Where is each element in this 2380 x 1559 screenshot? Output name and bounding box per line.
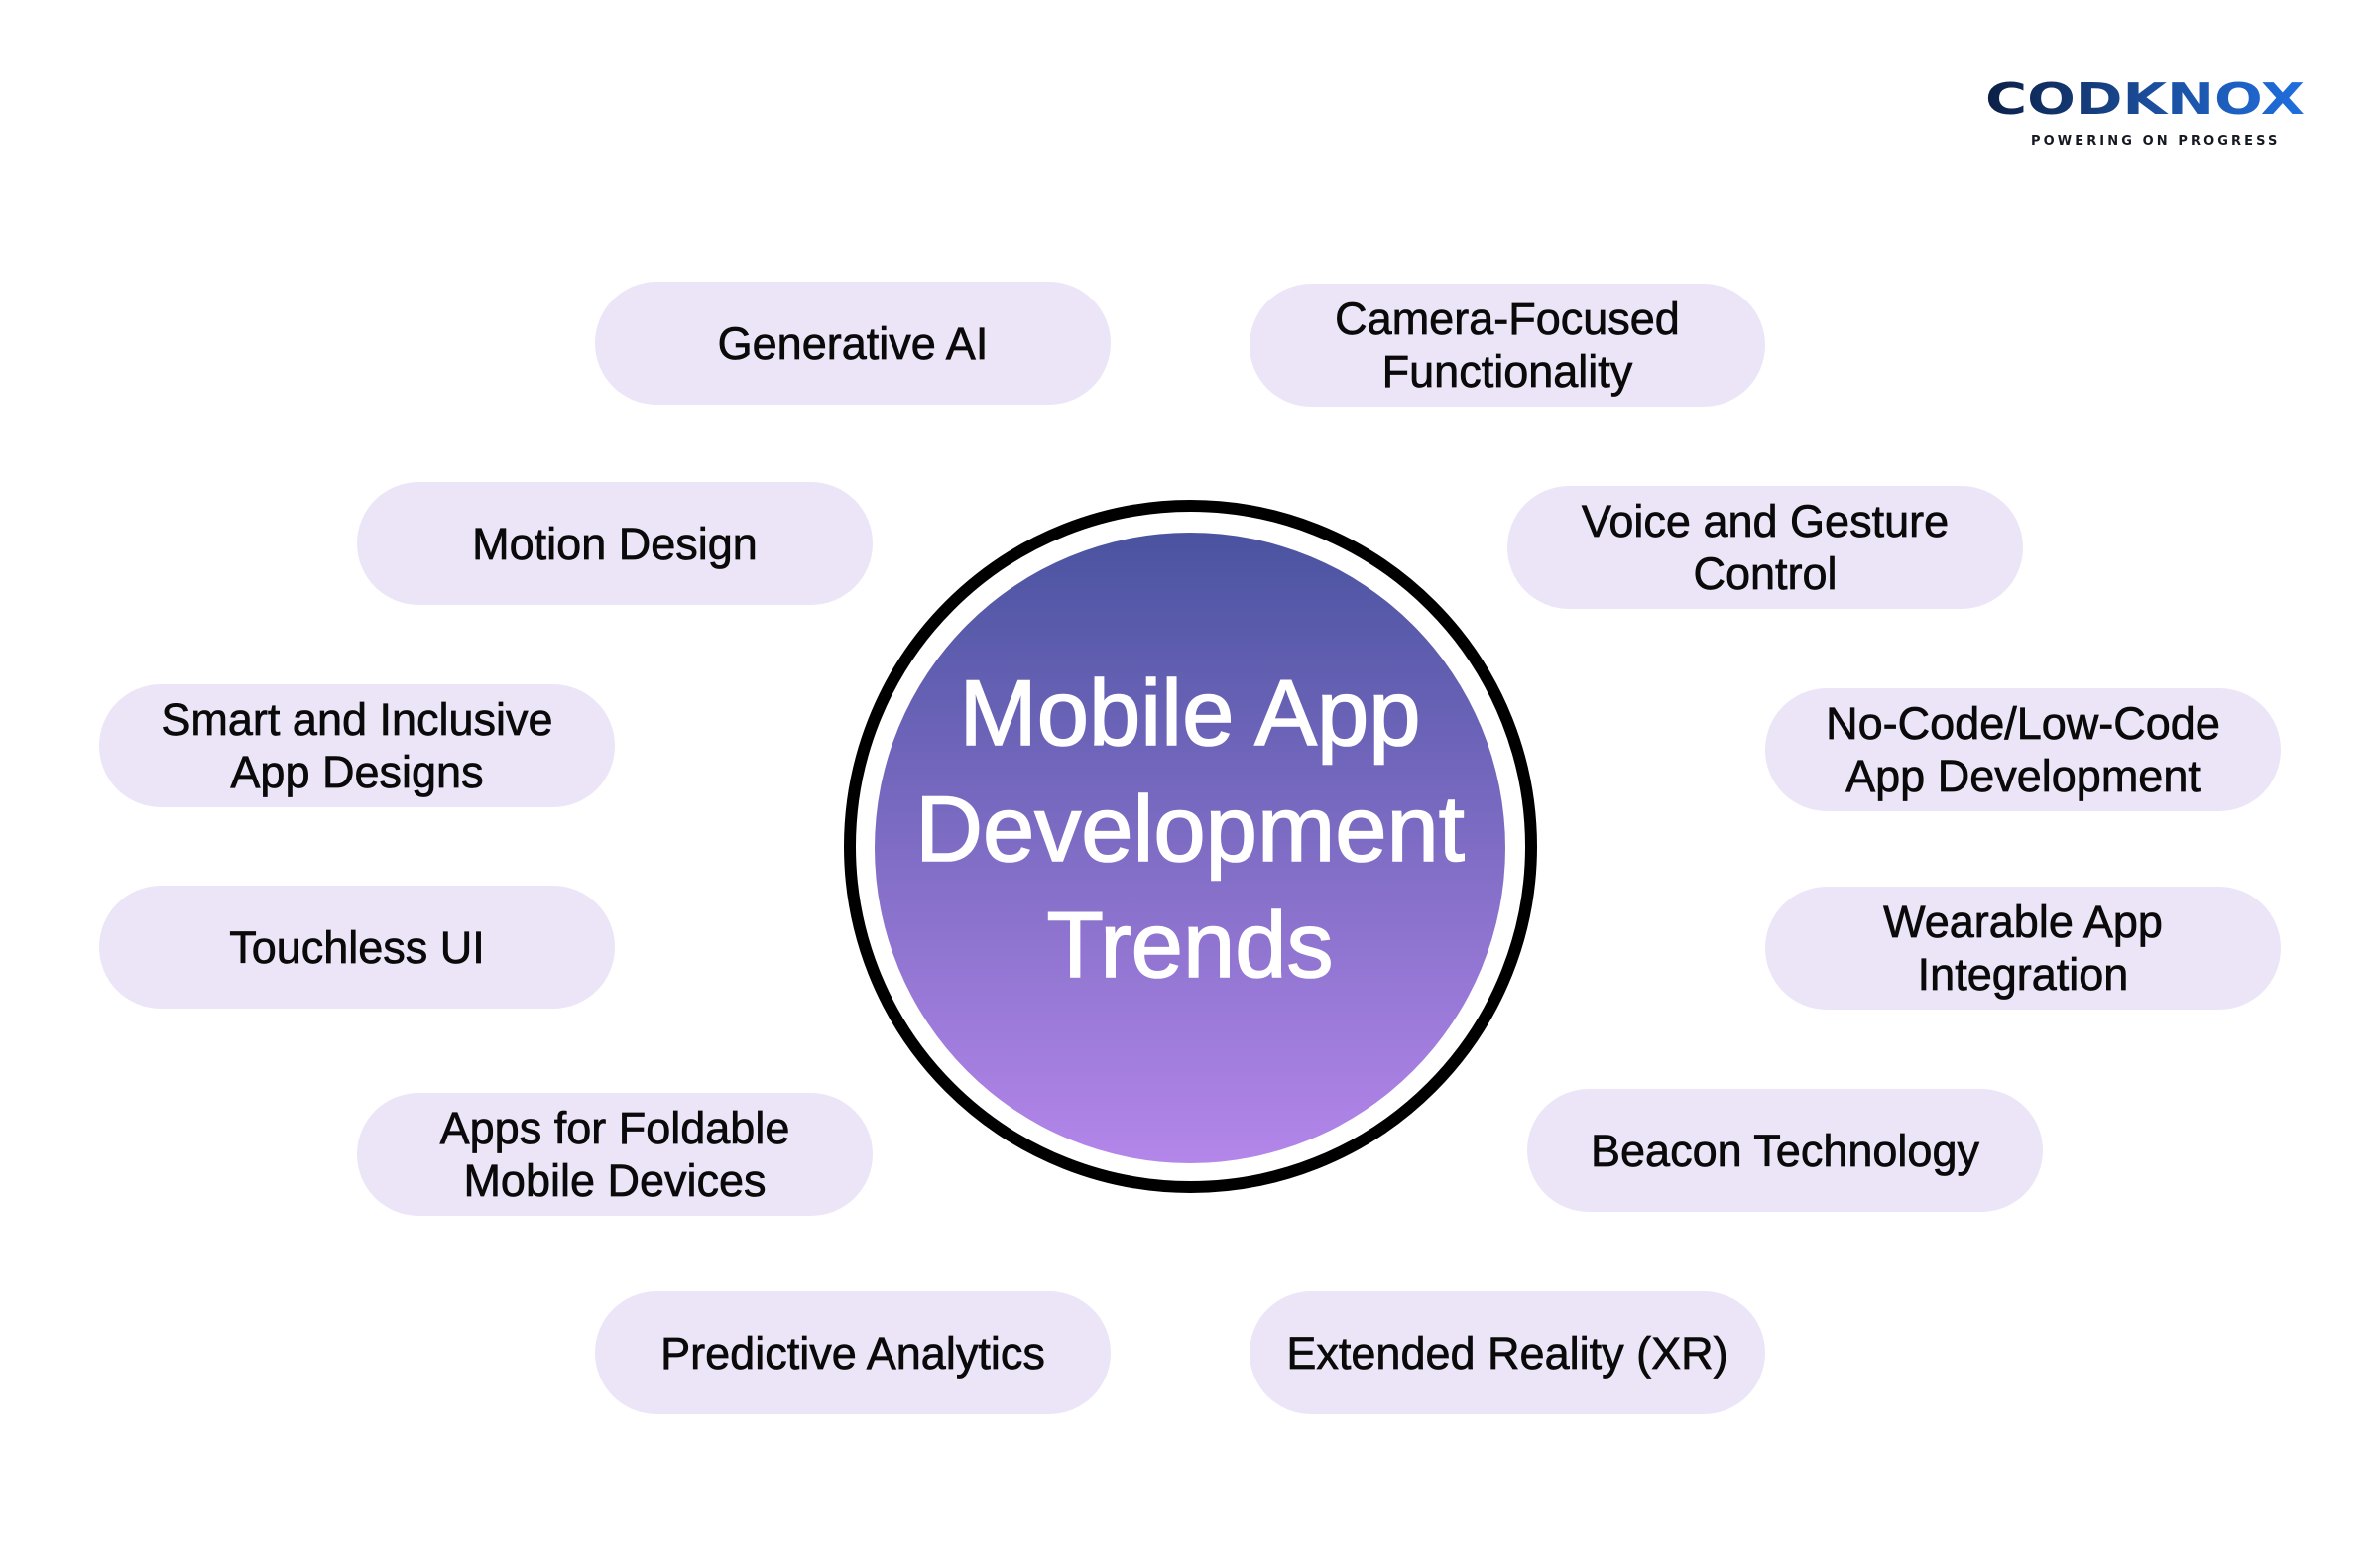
trend-pill: Camera-Focused Functionality bbox=[1250, 284, 1765, 407]
trend-pill: Beacon Technology bbox=[1527, 1089, 2043, 1212]
hub-circle: Mobile App Development Trends bbox=[875, 533, 1505, 1163]
trend-pill: Touchless UI bbox=[99, 886, 615, 1009]
trend-label: Motion Design bbox=[472, 518, 758, 569]
trend-label: Smart and Inclusive App Designs bbox=[161, 694, 553, 798]
logo-wordmark: CODKNOX bbox=[1985, 79, 2305, 119]
trend-label: Extended Reality (XR) bbox=[1286, 1327, 1728, 1379]
trend-pill: Motion Design bbox=[357, 482, 873, 605]
trend-pill: Smart and Inclusive App Designs bbox=[99, 684, 615, 807]
logo-wordmark-text: CODKNOX bbox=[1985, 79, 2305, 119]
trend-label: Apps for Foldable Mobile Devices bbox=[439, 1103, 790, 1207]
logo-tagline: POWERING ON PROGRESS bbox=[2031, 134, 2281, 149]
trend-label: No-Code/Low-Code App Development bbox=[1826, 698, 2220, 802]
trend-label: Predictive Analytics bbox=[660, 1327, 1045, 1379]
trend-pill: Apps for Foldable Mobile Devices bbox=[357, 1093, 873, 1216]
trend-pill: Extended Reality (XR) bbox=[1250, 1291, 1765, 1414]
trend-label: Generative AI bbox=[717, 317, 989, 369]
codknox-logo: CODKNOX POWERING ON PROGRESS bbox=[1979, 75, 2313, 155]
trend-label: Beacon Technology bbox=[1591, 1125, 1980, 1176]
trend-pill: Generative AI bbox=[595, 282, 1111, 405]
trend-pill: Predictive Analytics bbox=[595, 1291, 1111, 1414]
trend-label: Wearable App Integration bbox=[1883, 897, 2164, 1001]
hub-title: Mobile App Development Trends bbox=[914, 660, 1465, 998]
trend-label: Camera-Focused Functionality bbox=[1335, 294, 1680, 398]
trend-label: Touchless UI bbox=[229, 921, 485, 973]
trend-pill: Voice and Gesture Control bbox=[1507, 486, 2023, 609]
trend-label: Voice and Gesture Control bbox=[1581, 496, 1950, 600]
trend-pill: Wearable App Integration bbox=[1765, 887, 2281, 1010]
trend-pill: No-Code/Low-Code App Development bbox=[1765, 688, 2281, 811]
